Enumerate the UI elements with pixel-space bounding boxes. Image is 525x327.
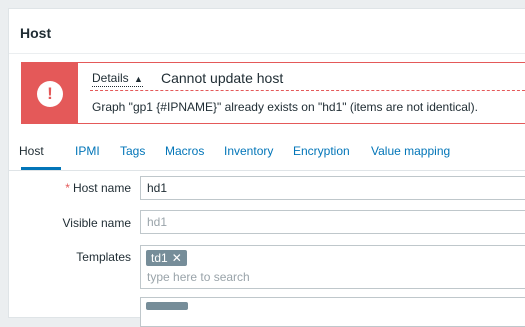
required-asterisk: * [65,181,70,195]
tab-macros[interactable]: Macros [165,144,204,158]
close-icon[interactable]: ✕ [172,251,182,265]
tab-bar: Host IPMI Tags Macros Inventory Encrypti… [9,137,525,171]
tab-tags[interactable]: Tags [120,144,145,158]
tab-encryption[interactable]: Encryption [293,144,350,158]
active-tab-indicator [21,167,61,170]
host-name-label-text: Host name [72,181,131,195]
exclamation-icon: ! [37,81,63,107]
host-dialog: Host ! Details ▲ Cannot update host Grap… [8,8,525,327]
alert-side-bar: ! [22,63,78,123]
templates-multiselect[interactable]: td1 ✕ type here to search [140,245,525,289]
host-name-input[interactable]: hd1 [140,176,525,200]
template-chip: td1 ✕ [146,250,187,266]
host-name-label: * Host name [21,181,131,195]
templates-label: Templates [76,250,131,264]
next-field-chip [146,302,188,310]
next-field-box[interactable] [140,297,525,327]
templates-search-input[interactable]: type here to search [147,270,250,284]
alert-separator [90,90,525,91]
visible-name-label: Visible name [62,216,131,230]
details-toggle[interactable]: Details ▲ [92,71,143,87]
error-message-box: ! Details ▲ Cannot update host Graph "gp… [21,62,525,124]
title-divider [9,53,525,54]
tab-inventory[interactable]: Inventory [224,144,273,158]
tab-value-mapping[interactable]: Value mapping [371,144,450,158]
visible-name-input[interactable]: hd1 [140,210,525,234]
triangle-up-icon: ▲ [134,74,143,84]
alert-title: Cannot update host [161,70,284,86]
details-label: Details [92,71,129,85]
alert-message: Graph "gp1 {#IPNAME}" already exists on … [92,100,478,114]
dialog-title: Host [20,25,52,41]
template-chip-label: td1 [151,251,168,265]
tab-host[interactable]: Host [19,144,44,158]
tab-ipmi[interactable]: IPMI [75,144,100,158]
